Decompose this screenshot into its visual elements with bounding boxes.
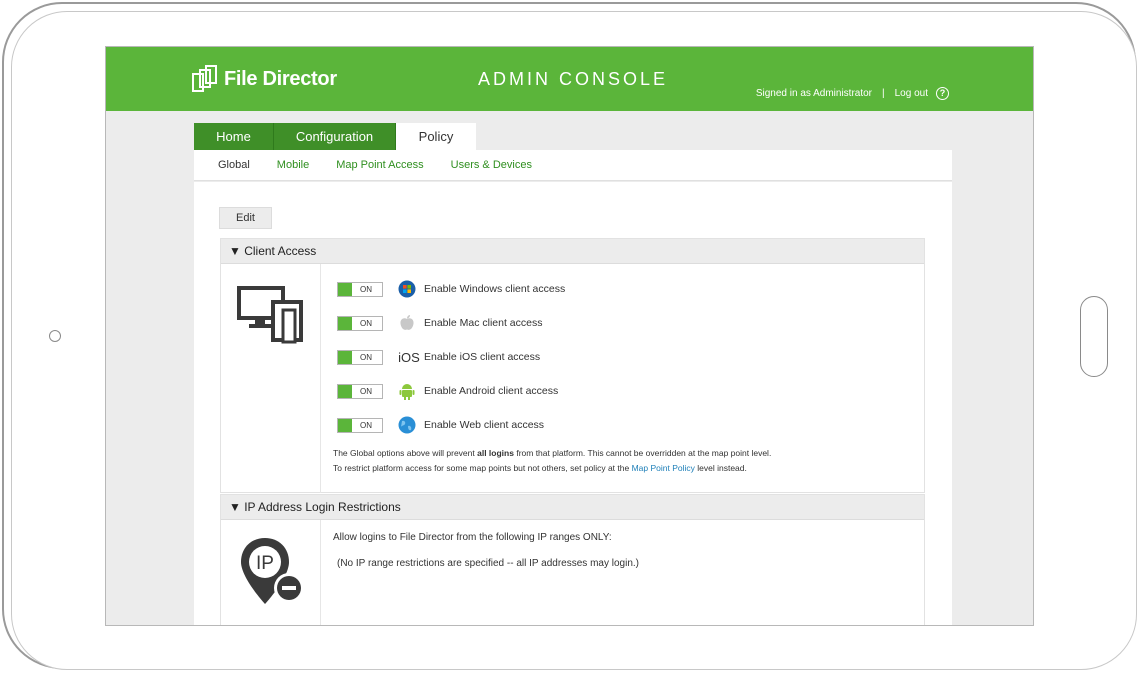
toggle-knob (338, 418, 352, 432)
tab-policy[interactable]: Policy (396, 123, 476, 150)
windows-icon (398, 280, 416, 298)
home-button[interactable] (1080, 296, 1108, 377)
ip-icon-column: IP (221, 520, 321, 625)
toggle-row-mac: ON Enable Mac client access (337, 313, 542, 333)
tab-home[interactable]: Home (194, 123, 274, 150)
link-separator: | (882, 88, 885, 99)
toggle-knob (338, 384, 352, 398)
ios-access-toggle[interactable]: ON (337, 349, 383, 365)
toggle-row-android: ON Enable Android client access (337, 381, 558, 401)
signed-in-text: Signed in as Administrator (755, 88, 873, 99)
apple-icon (398, 314, 416, 332)
devices-icon (237, 286, 303, 344)
note-text: The Global options above will prevent (333, 448, 478, 458)
client-access-section: ▼ Client Access ON Enable Windows client… (220, 238, 925, 493)
android-access-toggle[interactable]: ON (337, 383, 383, 399)
client-access-body: ON Enable Windows client access ON Enabl… (221, 264, 924, 493)
android-access-label: Enable Android client access (424, 385, 559, 397)
mac-access-label: Enable Mac client access (424, 317, 543, 329)
mac-access-toggle[interactable]: ON (337, 315, 383, 331)
note-bold: all logins (477, 448, 514, 458)
ios-access-label: Enable iOS client access (424, 351, 541, 363)
console-title: ADMIN CONSOLE (478, 69, 669, 89)
client-access-header[interactable]: ▼ Client Access (221, 239, 924, 264)
app-logo[interactable]: File Director (192, 65, 337, 93)
ip-allow-text: Allow logins to File Director from the f… (333, 532, 612, 543)
windows-access-toggle[interactable]: ON (337, 281, 383, 297)
file-director-logo-icon (192, 65, 218, 93)
android-icon (398, 382, 416, 400)
ios-icon: iOS (398, 349, 420, 365)
camera-icon (49, 330, 61, 342)
note-text: To restrict platform access for some map… (333, 463, 632, 473)
windows-access-label: Enable Windows client access (424, 283, 566, 295)
client-access-icon-column (221, 264, 321, 493)
policy-subnav: Global Mobile Map Point Access Users & D… (194, 150, 952, 181)
ip-restrictions-header[interactable]: ▼ IP Address Login Restrictions (221, 495, 924, 520)
app-screen: File Director ADMIN CONSOLE Signed in as… (105, 46, 1034, 626)
toggle-state: ON (360, 420, 372, 430)
toggle-knob (338, 350, 352, 364)
toggle-row-ios: ON iOS Enable iOS client access (337, 347, 540, 367)
subnav-users-devices[interactable]: Users & Devices (451, 159, 532, 171)
ip-location-icon: IP (241, 538, 304, 604)
main-tabs: Home Configuration Policy (194, 123, 476, 150)
subnav-global[interactable]: Global (218, 159, 250, 171)
toggle-state: ON (360, 352, 372, 362)
toggle-knob (338, 282, 352, 296)
tab-configuration[interactable]: Configuration (274, 123, 396, 150)
toggle-state: ON (360, 386, 372, 396)
note-text: level instead. (694, 463, 747, 473)
toggle-row-windows: ON Enable Windows client access (337, 279, 565, 299)
subnav-mobile[interactable]: Mobile (277, 159, 309, 171)
user-links: Signed in as Administrator | Log out ? (756, 87, 949, 100)
toggle-knob (338, 316, 352, 330)
policy-content: Edit ▼ Client Access ON Enable Windows c… (194, 182, 952, 625)
global-note-1: The Global options above will prevent al… (333, 448, 771, 458)
ip-restrictions-section: ▼ IP Address Login Restrictions IP Allow… (220, 494, 925, 625)
ip-no-restrictions-text: (No IP range restrictions are specified … (337, 558, 639, 569)
ip-icon-text: IP (256, 553, 274, 574)
note-text: from that platform. This cannot be overr… (513, 448, 772, 458)
app-name: File Director (224, 67, 337, 90)
toggle-state: ON (360, 284, 372, 294)
web-access-label: Enable Web client access (424, 419, 545, 431)
logout-link[interactable]: Log out (895, 88, 928, 99)
map-point-policy-link[interactable]: Map Point Policy (632, 463, 695, 473)
ip-restrictions-body: IP Allow logins to File Director from th… (221, 520, 924, 625)
global-note-2: To restrict platform access for some map… (333, 463, 747, 473)
toggle-row-web: ON Enable Web client access (337, 415, 544, 435)
edit-button[interactable]: Edit (219, 207, 272, 229)
web-globe-icon (398, 416, 416, 434)
toggle-state: ON (360, 318, 372, 328)
subnav-map-point-access[interactable]: Map Point Access (336, 159, 423, 171)
help-icon[interactable]: ? (936, 87, 949, 100)
web-access-toggle[interactable]: ON (337, 417, 383, 433)
app-header: File Director ADMIN CONSOLE Signed in as… (106, 47, 1033, 111)
